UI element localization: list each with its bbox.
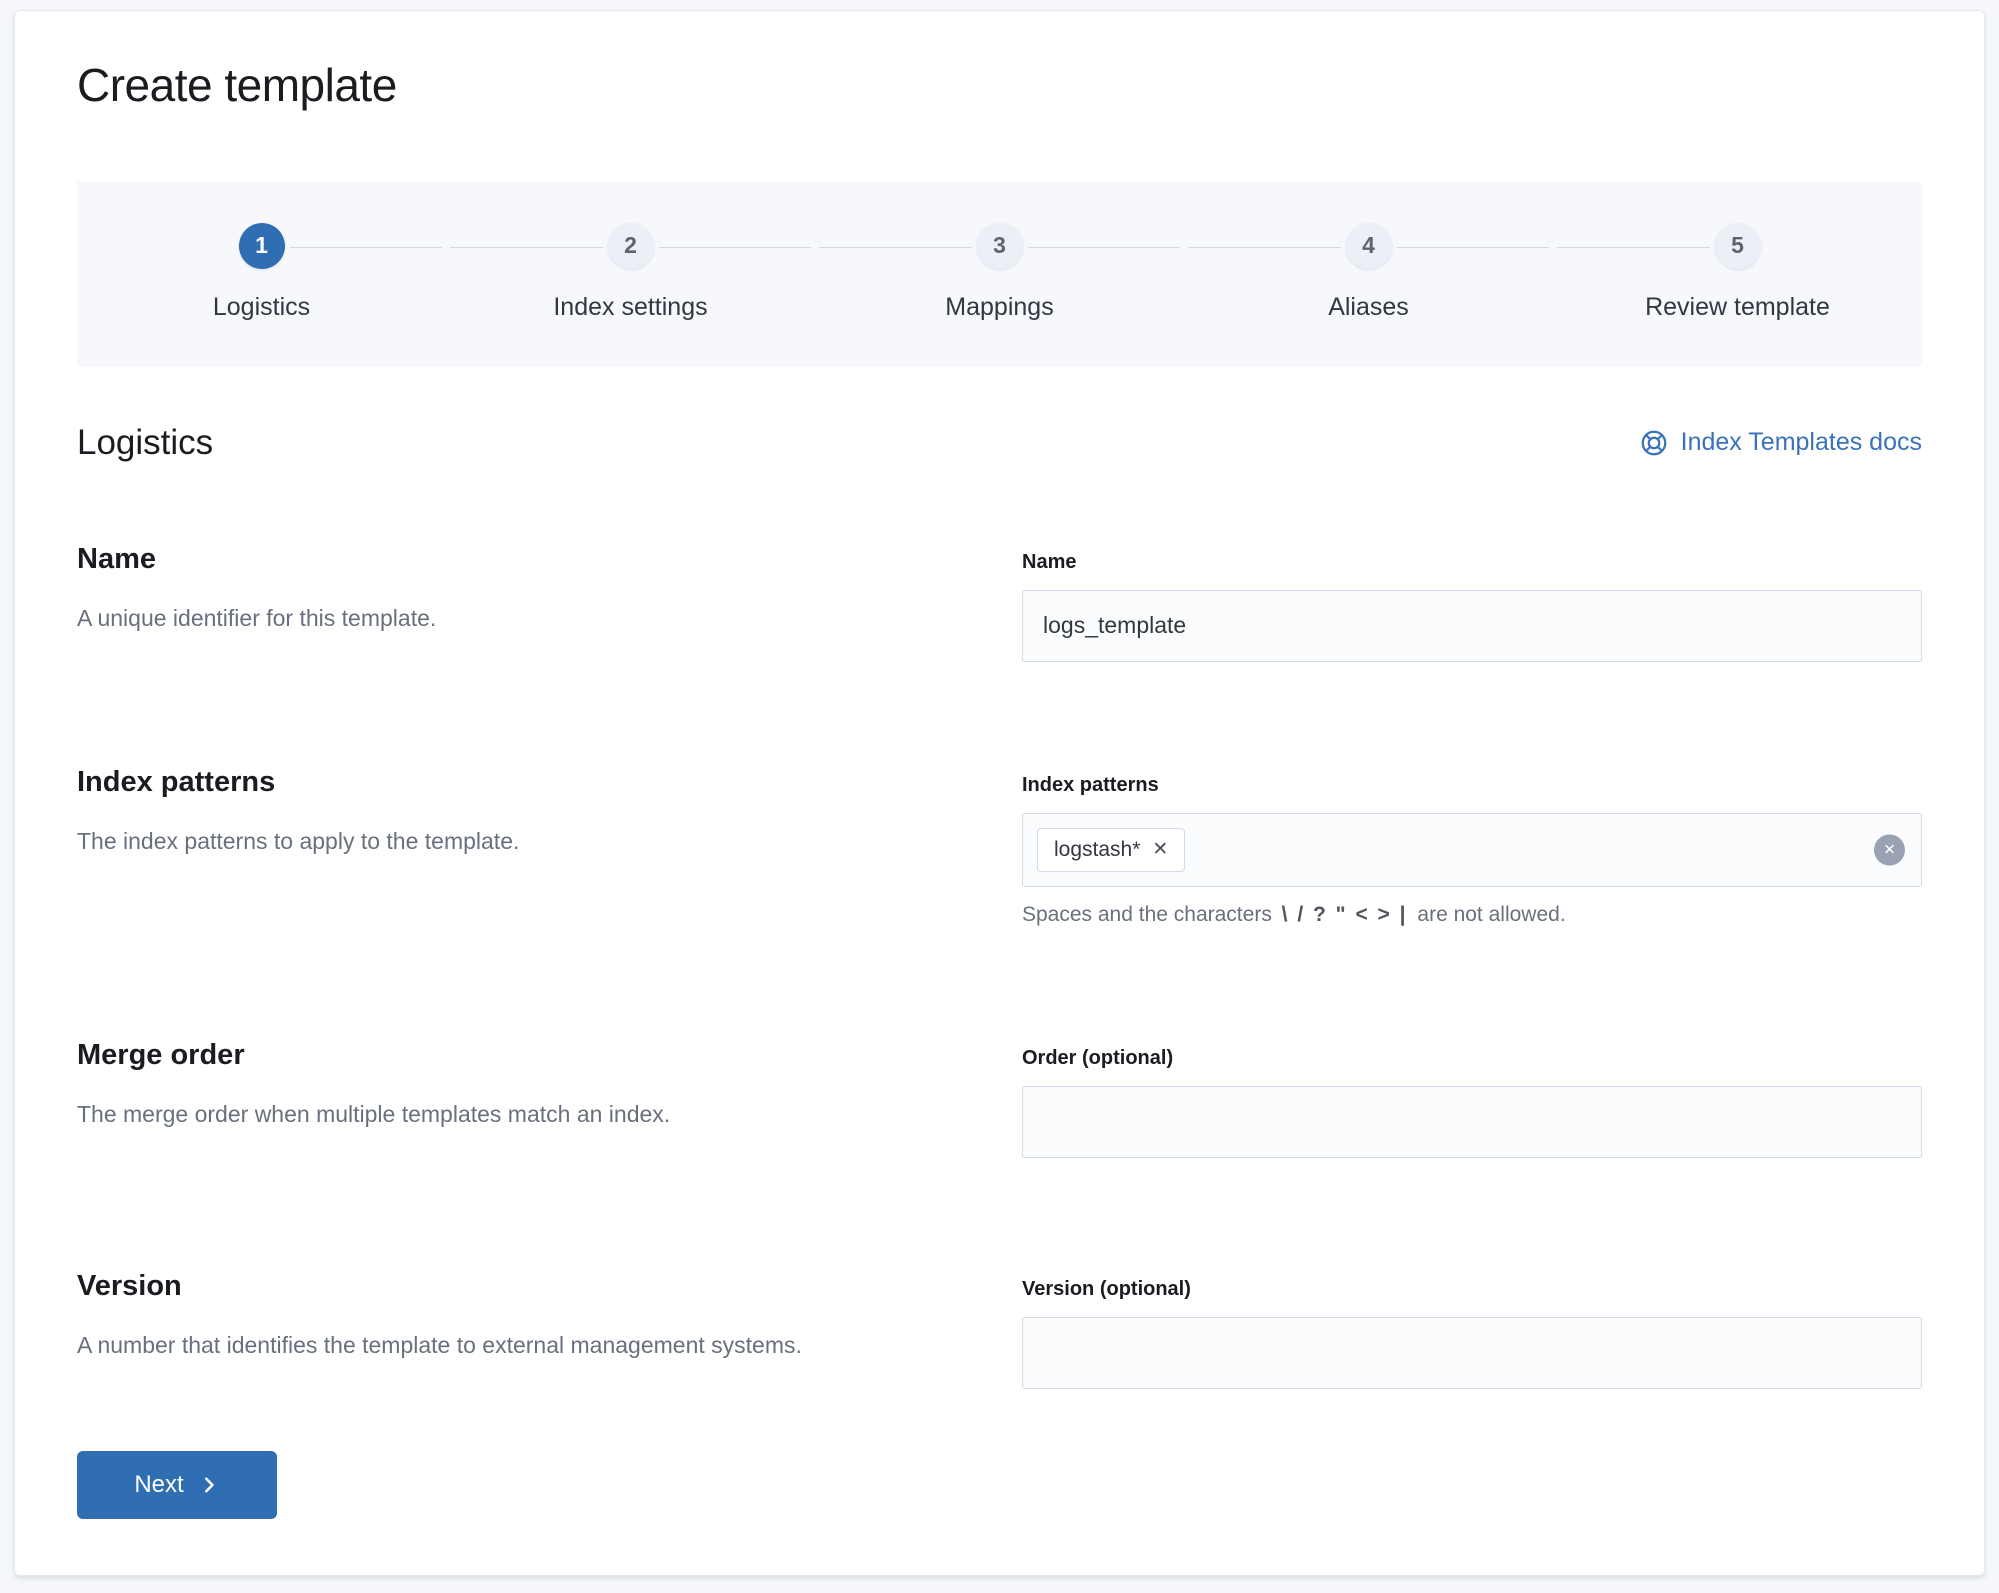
step-label: Logistics	[213, 293, 310, 322]
life-ring-icon	[1639, 428, 1669, 458]
name-section-title: Name	[77, 543, 942, 576]
step-label: Mappings	[945, 293, 1053, 322]
version-section-title: Version	[77, 1270, 942, 1303]
index-pattern-tag-label: logstash*	[1054, 838, 1140, 862]
section-header: Logistics Index Templates docs	[77, 423, 1922, 463]
next-button[interactable]: Next	[77, 1451, 277, 1519]
name-section-description: A unique identifier for this template.	[77, 602, 942, 634]
step-number-badge[interactable]: 4	[1346, 223, 1392, 269]
index-patterns-section-description: The index patterns to apply to the templ…	[77, 825, 942, 857]
helper-suffix: are not allowed.	[1417, 903, 1565, 926]
step-number-badge[interactable]: 2	[608, 223, 654, 269]
remove-tag-icon[interactable]: ✕	[1152, 840, 1168, 859]
chevron-right-icon	[200, 1475, 220, 1495]
step-number-badge[interactable]: 1	[239, 223, 285, 269]
version-field-label: Version (optional)	[1022, 1278, 1922, 1301]
index-patterns-combobox[interactable]: logstash* ✕ ✕	[1022, 813, 1922, 887]
next-button-label: Next	[134, 1471, 183, 1499]
helper-prefix: Spaces and the characters	[1022, 903, 1272, 926]
order-input[interactable]	[1022, 1086, 1922, 1158]
step-logistics[interactable]: 1 Logistics	[77, 223, 446, 322]
step-label: Index settings	[553, 293, 707, 322]
index-pattern-tag: logstash* ✕	[1037, 828, 1185, 872]
name-input[interactable]	[1022, 590, 1922, 662]
index-patterns-section-title: Index patterns	[77, 766, 942, 799]
index-templates-docs-link[interactable]: Index Templates docs	[1639, 428, 1922, 458]
version-row: Version A number that identifies the tem…	[77, 1270, 1922, 1389]
index-patterns-row: Index patterns The index patterns to app…	[77, 766, 1922, 927]
step-mappings[interactable]: 3 Mappings	[815, 223, 1184, 322]
index-patterns-helper-text: Spaces and the characters \ / ? " < > | …	[1022, 903, 1922, 927]
index-patterns-field-label: Index patterns	[1022, 774, 1922, 797]
page-title: Create template	[77, 57, 1922, 115]
name-row: Name A unique identifier for this templa…	[77, 543, 1922, 662]
merge-order-row: Merge order The merge order when multipl…	[77, 1039, 1922, 1158]
step-number-badge[interactable]: 3	[977, 223, 1023, 269]
step-number-badge[interactable]: 5	[1715, 223, 1761, 269]
clear-all-icon[interactable]: ✕	[1874, 834, 1905, 865]
version-section-description: A number that identifies the template to…	[77, 1329, 942, 1361]
helper-forbidden-chars: \ / ? " < > |	[1282, 903, 1408, 926]
wizard-stepper: 1 Logistics 2 Index settings 3 Mappings …	[77, 181, 1922, 367]
step-index-settings[interactable]: 2 Index settings	[446, 223, 815, 322]
step-aliases[interactable]: 4 Aliases	[1184, 223, 1553, 322]
create-template-panel: Create template 1 Logistics 2 Index sett…	[14, 10, 1985, 1576]
merge-order-section-title: Merge order	[77, 1039, 942, 1072]
step-review-template[interactable]: 5 Review template	[1553, 223, 1922, 322]
step-label: Aliases	[1328, 293, 1409, 322]
docs-link-label: Index Templates docs	[1681, 428, 1922, 457]
step-label: Review template	[1645, 293, 1830, 322]
version-input[interactable]	[1022, 1317, 1922, 1389]
order-field-label: Order (optional)	[1022, 1047, 1922, 1070]
name-field-label: Name	[1022, 551, 1922, 574]
merge-order-section-description: The merge order when multiple templates …	[77, 1098, 942, 1130]
section-title: Logistics	[77, 423, 213, 463]
